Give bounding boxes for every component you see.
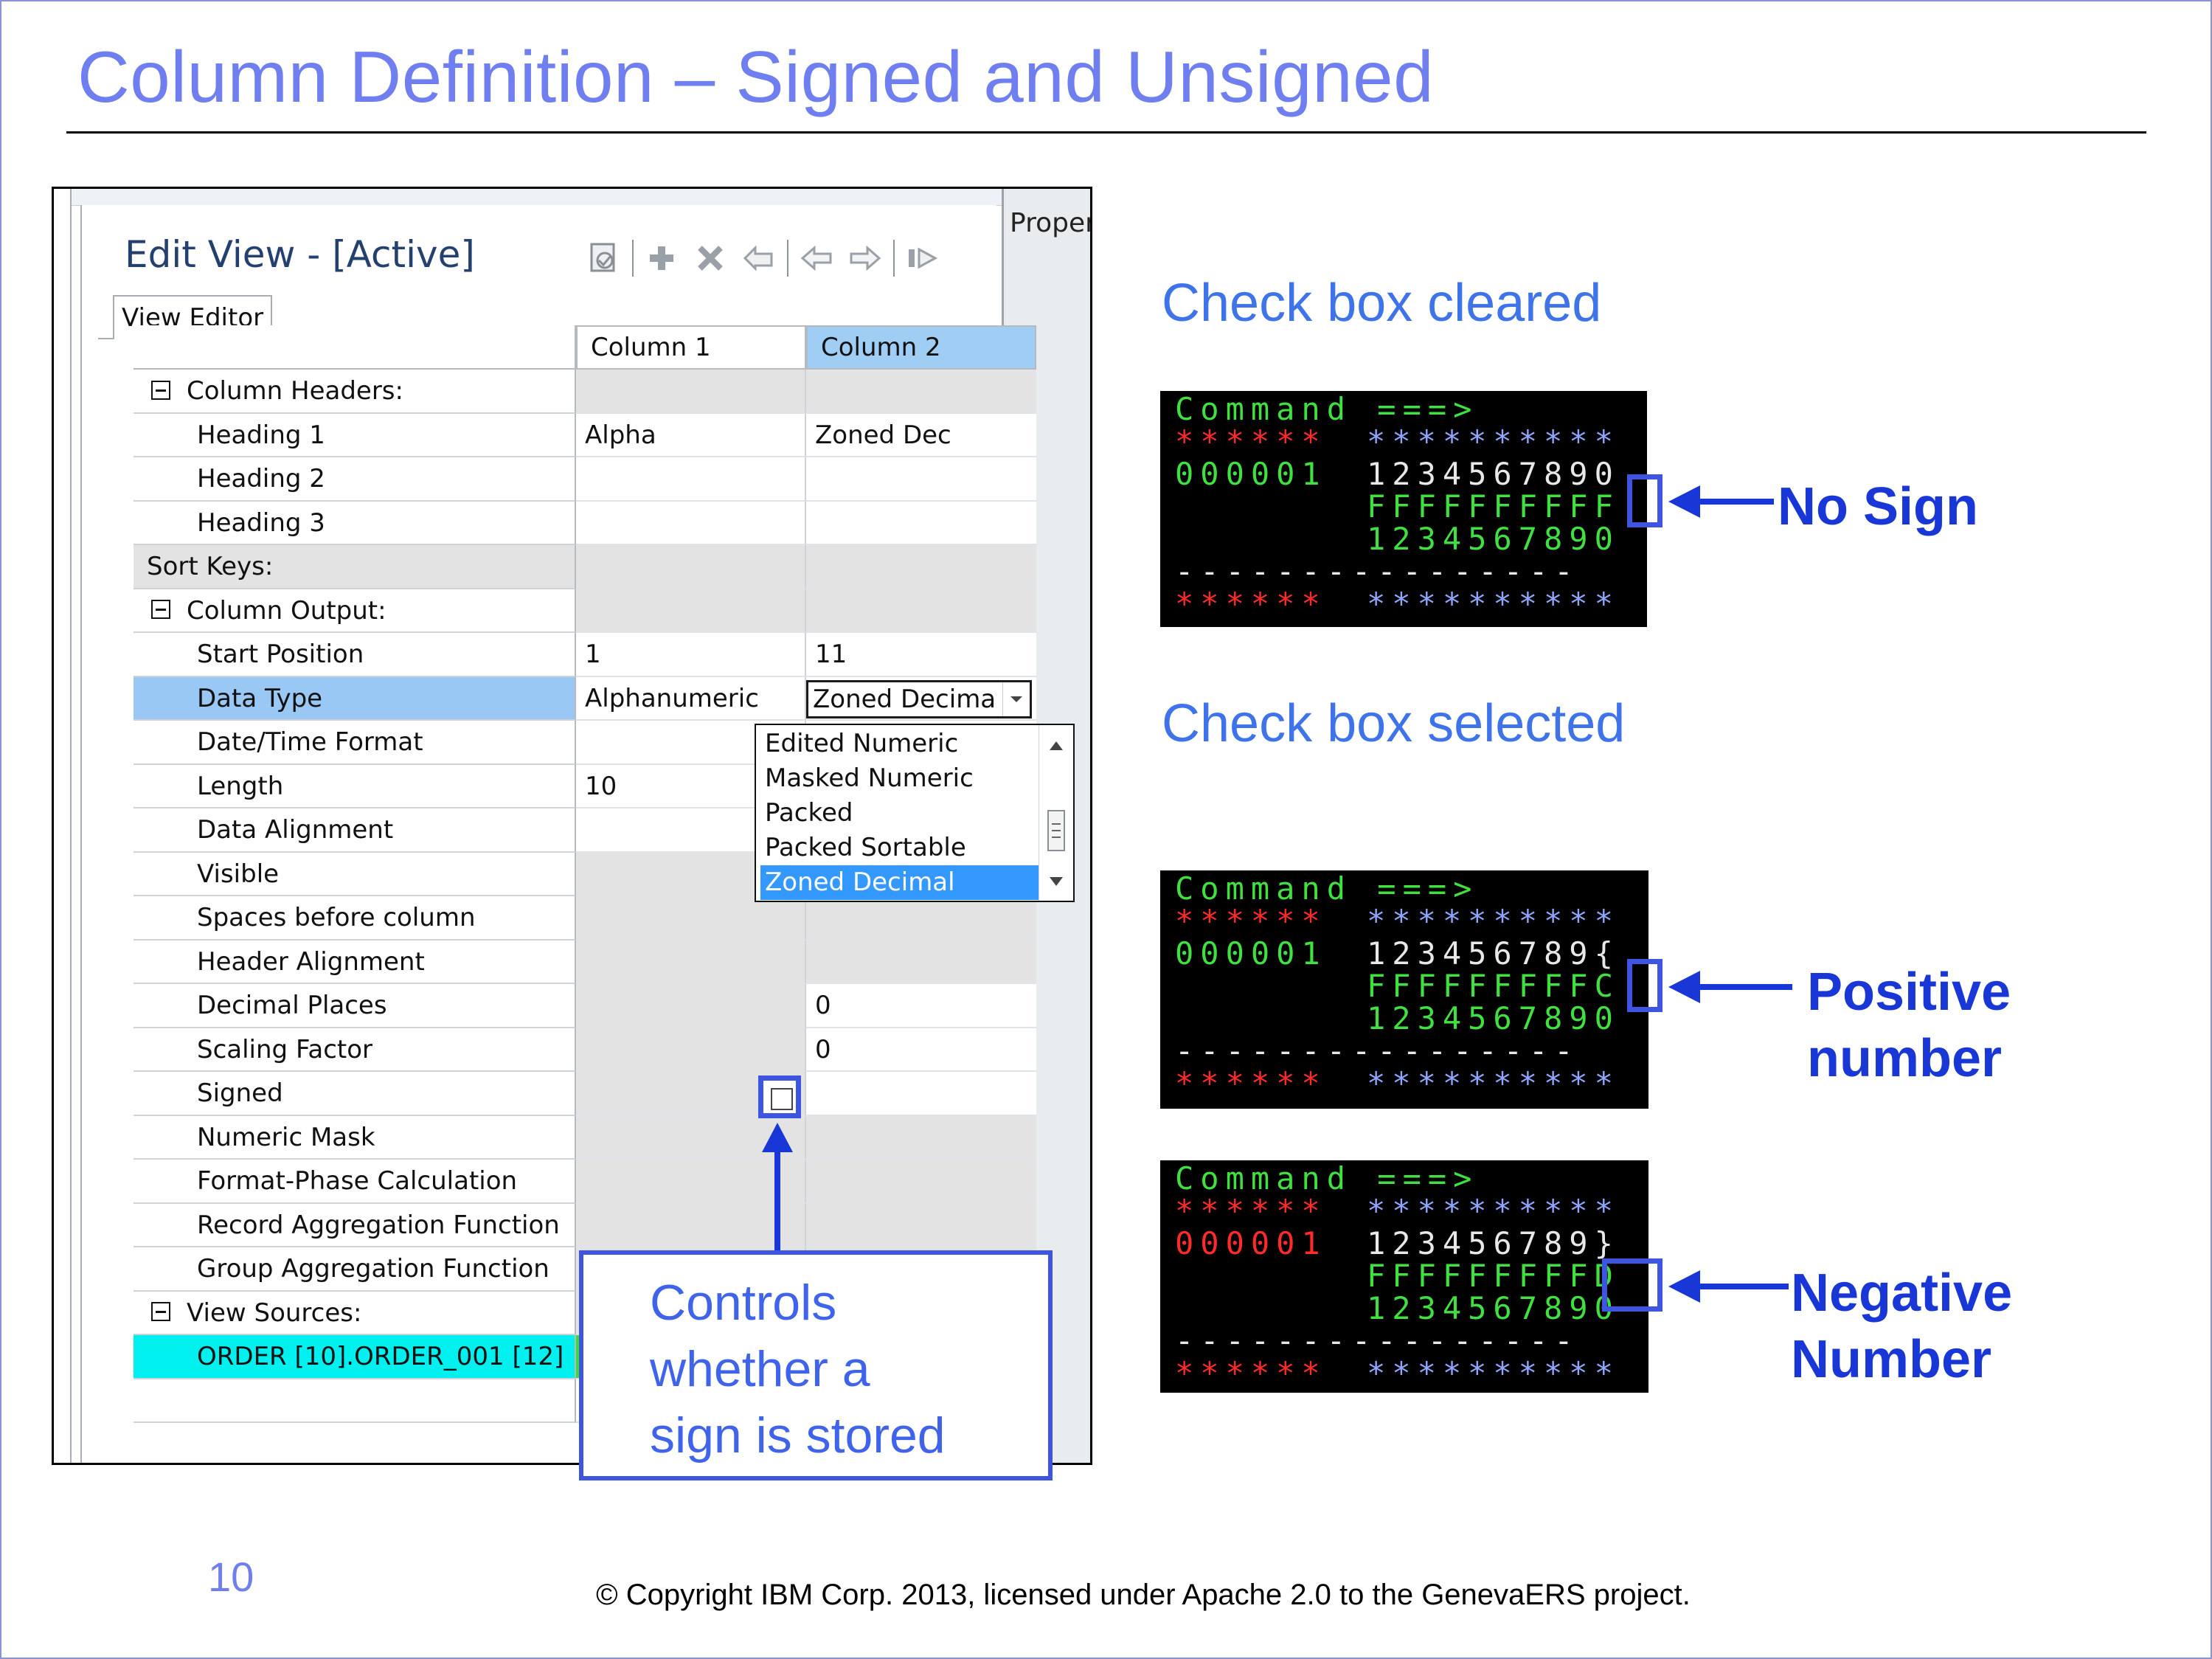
terminal-stars-left: ****** [1175, 586, 1327, 622]
terminal-digit-line: 1234567890 [1367, 1290, 1620, 1326]
terminal-row-id: 000001 [1175, 1225, 1327, 1261]
terminal-negative: Command ===> ****** ********** 000001 12… [1160, 1160, 1648, 1393]
terminal-digit-line: 1234567890 [1367, 521, 1620, 557]
signed-callout: Controls whether a sign is stored [579, 1250, 1053, 1480]
terminal-positive: Command ===> ****** ********** 000001 12… [1160, 870, 1648, 1109]
terminal-dashes: ---------------- [1175, 1323, 1580, 1359]
copyright-footer: © Copyright IBM Corp. 2013, licensed und… [596, 1579, 1691, 1611]
highlight-box [1602, 1258, 1663, 1312]
terminal-command-line: Command ===> [1175, 870, 1479, 907]
terminal-stars-right: ********** [1367, 903, 1620, 939]
terminal-stars-right: ********** [1367, 1065, 1620, 1101]
callout-arrows [762, 485, 1792, 1303]
terminal-no-sign: Command ===> ****** ********** 000001 12… [1160, 391, 1647, 627]
highlight-box [1627, 959, 1663, 1012]
terminal-stars-left: ****** [1175, 423, 1327, 460]
heading-check-box-selected: Check box selected [1162, 694, 1626, 753]
terminal-row-id: 000001 [1175, 935, 1327, 971]
terminal-command-line: Command ===> [1175, 1160, 1479, 1196]
terminal-hex-line: FFFFFFFFFF [1367, 488, 1620, 524]
terminal-stars-left: ****** [1175, 1065, 1327, 1101]
label-no-sign: No Sign [1778, 477, 1978, 536]
terminal-data-line: 123456789{ [1367, 935, 1620, 971]
terminal-stars-right: ********** [1367, 1355, 1620, 1391]
terminal-row-id: 000001 [1175, 456, 1327, 492]
terminal-stars-right: ********** [1367, 1193, 1620, 1229]
terminal-stars-left: ****** [1175, 1355, 1327, 1391]
callout-text: Controls whether a sign is stored [650, 1275, 946, 1464]
terminal-stars-right: ********** [1367, 586, 1620, 622]
label-negative-number: Negative Number [1791, 1264, 2013, 1389]
terminal-hex-line: FFFFFFFFFD [1367, 1258, 1620, 1294]
terminal-command-line: Command ===> [1175, 391, 1479, 427]
terminal-dashes: ---------------- [1175, 553, 1580, 589]
terminal-data-line: 123456789} [1367, 1225, 1620, 1261]
terminal-dashes: ---------------- [1175, 1033, 1580, 1069]
terminal-stars-left: ****** [1175, 903, 1327, 939]
terminal-stars-right: ********** [1367, 423, 1620, 460]
terminal-hex-line: FFFFFFFFFC [1367, 968, 1620, 1004]
terminal-digit-line: 1234567890 [1367, 1000, 1620, 1036]
terminal-stars-left: ****** [1175, 1193, 1327, 1229]
heading-check-box-cleared: Check box cleared [1162, 274, 1602, 333]
label-positive-number: Positive number [1807, 963, 2011, 1088]
highlight-box [1627, 474, 1663, 527]
terminal-data-line: 1234567890 [1367, 456, 1620, 492]
